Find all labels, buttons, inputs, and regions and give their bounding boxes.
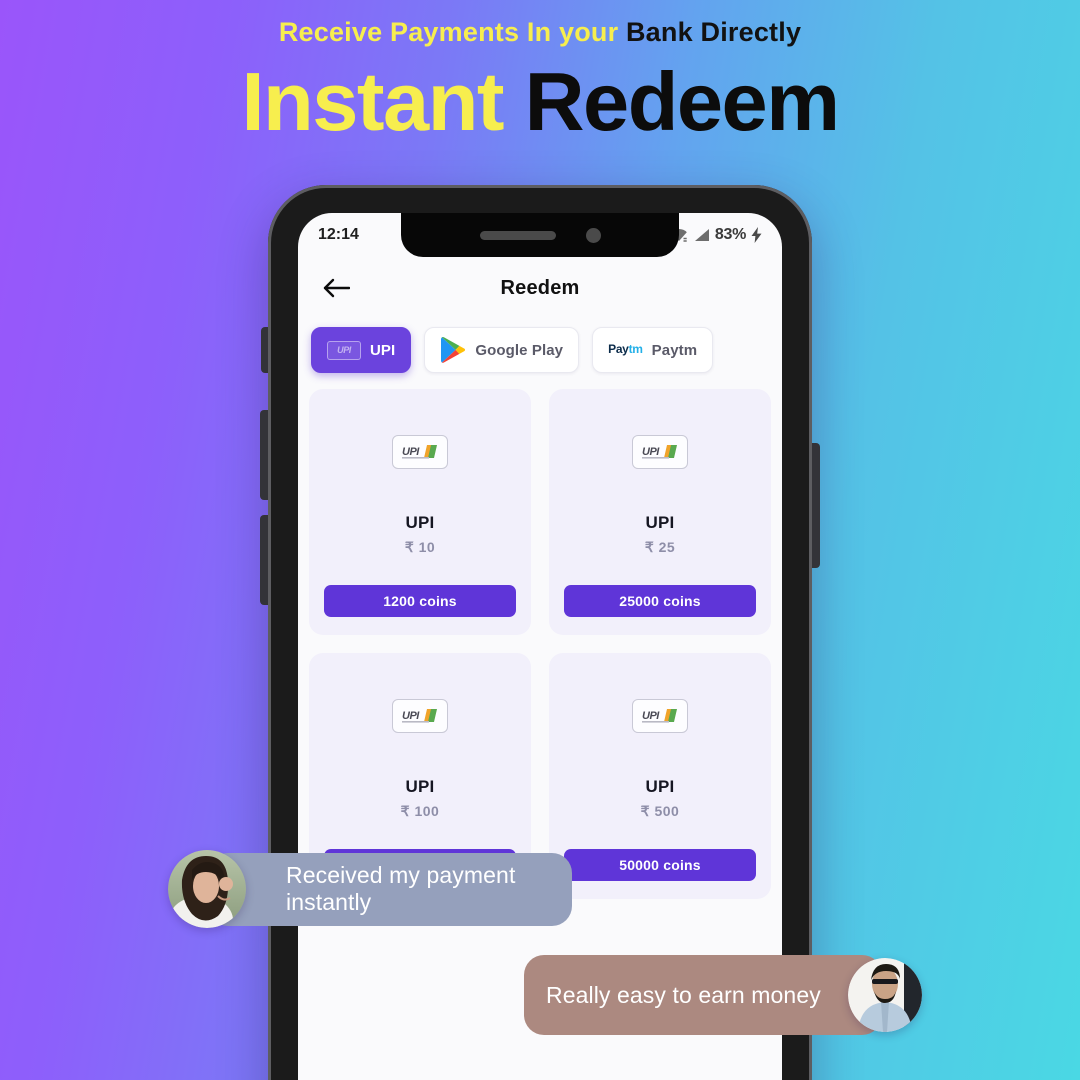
phone-mockup: 12:14 83% Reedem UPI UPI Google Play Pay… [260,185,820,1080]
tab-paytm[interactable]: Paytm Paytm [592,327,714,373]
redeem-card-title: UPI [645,513,675,532]
phone-notch [401,213,679,257]
title-rest: Redeem [524,54,840,148]
svg-text:UPI: UPI [642,710,660,722]
upi-logo-icon: UPI [632,435,688,469]
redeem-card[interactable]: UPI UPI ₹ 25 25000 coins [549,389,771,635]
tab-upi[interactable]: UPI UPI [311,327,412,373]
testimonial-left: Received my payment instantly [168,850,572,928]
redeem-card-cta-button[interactable]: 50000 coins [564,849,756,881]
testimonial-right: Really easy to earn money [524,955,922,1035]
redeem-card-cta-button[interactable]: 1200 coins [324,585,516,617]
app-header: Reedem [298,257,782,319]
phone-button-silent[interactable] [261,327,269,373]
redeem-card[interactable]: UPI UPI ₹ 10 1200 coins [309,389,531,635]
status-indicators: 83% [670,226,762,244]
paytm-logo-icon: Paytm [608,342,643,357]
redeem-card-title: UPI [405,777,435,796]
title-highlight: Instant [241,54,504,148]
redeem-card-title: UPI [405,513,435,532]
google-play-icon [441,336,466,363]
charging-bolt-icon [751,227,762,243]
tab-google-play[interactable]: Google Play [424,327,580,373]
front-camera-icon [585,227,601,243]
redeem-card-title: UPI [645,777,675,796]
upi-logo-icon: UPI [632,699,688,733]
phone-button-volume-down[interactable] [260,515,269,605]
redeem-card-price: ₹ 10 [404,539,436,555]
redeem-card-price: ₹ 500 [640,803,680,819]
man-avatar [848,958,922,1032]
redeem-card-price: ₹ 100 [400,803,440,819]
kicker-highlight: Receive Payments In your [278,17,619,47]
signal-icon [694,229,709,241]
svg-text:UPI: UPI [642,446,660,458]
battery-percentage: 83% [714,226,746,243]
testimonial-right-text: Really easy to earn money [524,955,882,1035]
phone-screen: 12:14 83% Reedem UPI UPI Google Play Pay… [298,213,782,1080]
testimonial-left-text: Received my payment instantly [208,852,572,926]
phone-button-volume-up[interactable] [260,410,269,500]
svg-text:UPI: UPI [402,446,420,458]
main-title: Instant Redeem [0,58,1080,145]
tab-upi-label: UPI [370,341,396,359]
earpiece-speaker-icon [479,230,556,240]
kicker-line: Receive Payments In your Bank Directly [0,17,1080,48]
tab-paytm-label: Paytm [651,341,698,359]
upi-logo-icon: UPI [392,699,448,733]
woman-avatar [168,850,246,928]
headline-block: Receive Payments In your Bank Directly I… [0,17,1080,145]
redeem-card[interactable]: UPI UPI ₹ 500 50000 coins [549,653,771,899]
back-arrow-icon [323,278,350,298]
tab-google-play-label: Google Play [475,341,564,359]
page-title: Reedem [500,276,580,299]
upi-logo-icon: UPI [327,340,361,360]
redeem-card-price: ₹ 25 [644,539,676,555]
svg-text:UPI: UPI [402,710,420,722]
payment-method-tabs: UPI UPI Google Play Paytm Paytm [298,327,782,373]
promo-banner: Receive Payments In your Bank Directly I… [0,0,1080,1080]
redeem-card-cta-button[interactable]: 25000 coins [564,585,756,617]
upi-logo-icon: UPI [392,435,448,469]
back-button[interactable] [308,278,364,298]
phone-button-power[interactable] [811,443,820,568]
status-time: 12:14 [318,226,359,243]
kicker-rest: Bank Directly [625,17,802,47]
